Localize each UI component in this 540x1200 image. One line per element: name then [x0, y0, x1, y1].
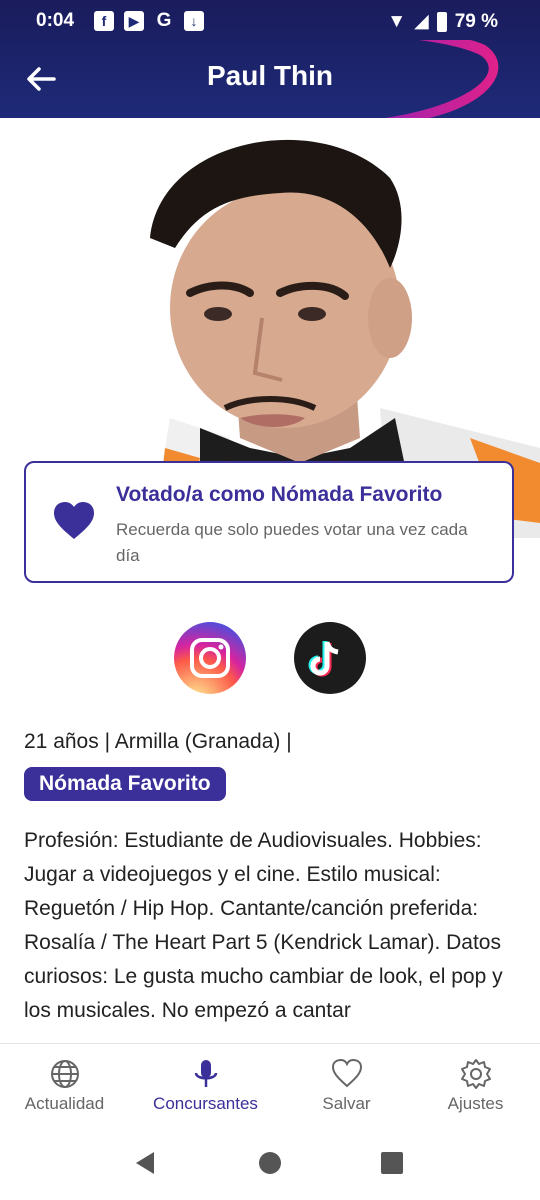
heart-filled-icon	[54, 502, 94, 539]
nav-label: Ajustes	[447, 1094, 504, 1113]
tiktok-icon	[308, 641, 339, 677]
download-icon: ↓	[184, 11, 204, 31]
system-back-icon[interactable]	[132, 1150, 158, 1176]
nav-salvar[interactable]: Salvar	[279, 1058, 414, 1114]
wifi-icon: ▼	[387, 10, 407, 32]
nav-concursantes[interactable]: Concursantes	[138, 1058, 273, 1114]
contestant-meta: 21 años | Armilla (Granada) |	[24, 730, 292, 753]
facebook-icon: f	[94, 11, 114, 31]
battery-icon	[436, 11, 447, 32]
vote-title: Votado/a como Nómada Favorito	[116, 483, 443, 506]
app-header: 0:04 f ▶ G ↓ ▼ ◢ 79 % Paul Thin	[0, 0, 540, 118]
microphone-icon	[194, 1060, 217, 1087]
tiktok-button[interactable]	[294, 622, 366, 694]
status-time: 0:04	[36, 10, 75, 31]
battery-level: 79 %	[454, 10, 498, 32]
bottom-navigation: Actualidad Concursantes Salvar Ajustes	[0, 1043, 540, 1132]
nav-label: Concursantes	[153, 1094, 258, 1113]
gear-icon	[460, 1059, 491, 1089]
nav-label: Salvar	[322, 1094, 371, 1113]
heart-icon	[331, 1058, 362, 1088]
category-badge: Nómada Favorito	[24, 767, 226, 801]
nav-actualidad[interactable]: Actualidad	[0, 1058, 132, 1114]
youtube-icon: ▶	[124, 11, 144, 31]
notification-icons: f ▶ G ↓	[94, 10, 204, 31]
globe-icon	[50, 1060, 79, 1088]
vote-confirmation-card: Votado/a como Nómada Favorito Recuerda q…	[24, 461, 514, 583]
vote-subtitle: Recuerda que solo puedes votar una vez c…	[116, 520, 468, 565]
page-title: Paul Thin	[207, 60, 333, 91]
google-icon: G	[156, 10, 172, 31]
system-status: ▼ ◢ 79 %	[387, 10, 498, 33]
nav-label: Actualidad	[24, 1094, 105, 1113]
signal-icon: ◢	[414, 11, 429, 32]
contestant-bio: Profesión: Estudiante de Audiovisuales. …	[24, 829, 503, 1022]
system-recents-icon[interactable]	[381, 1152, 403, 1174]
system-home-icon[interactable]	[259, 1152, 281, 1174]
nav-ajustes[interactable]: Ajustes	[408, 1058, 540, 1114]
status-bar: 0:04 f ▶ G ↓ ▼ ◢ 79 %	[0, 0, 540, 42]
instagram-button[interactable]	[174, 622, 246, 694]
system-navigation	[0, 1131, 540, 1200]
instagram-icon	[190, 638, 230, 678]
